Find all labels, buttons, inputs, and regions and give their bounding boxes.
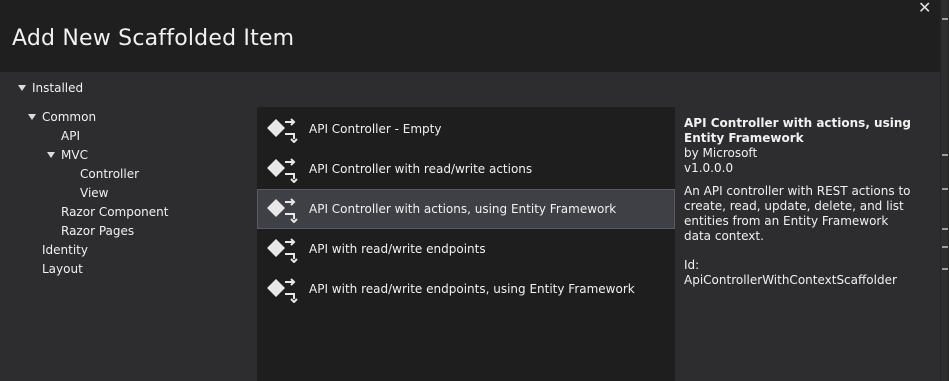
dialog-title: Add New Scaffolded Item [12,26,295,51]
tree-label: MVC [61,148,88,162]
tree-label: Razor Component [61,205,169,219]
details-id: Id: ApiControllerWithContextScaffolder [684,258,897,287]
controller-icon [265,155,301,183]
tree-node-mvc[interactable]: MVC [47,148,88,162]
tree-node-razor-component[interactable]: Razor Component [61,205,168,219]
details-name: API Controller with actions, using Entit… [684,116,911,145]
tree-node-api[interactable]: API [61,129,80,143]
background-mark [942,268,948,270]
details-author: by Microsoft [684,146,758,160]
background-mark [942,228,948,230]
expand-triangle-icon [47,152,55,158]
background-mark [942,154,948,156]
template-label: API Controller with actions, using Entit… [309,202,617,216]
controller-icon [265,235,301,263]
dialog-header: Add New Scaffolded Item [0,0,940,72]
template-item-api-controller-entity-framework[interactable]: API Controller with actions, using Entit… [257,189,675,229]
tree-label: API [61,129,80,143]
template-label: API with read/write endpoints, using Ent… [309,282,635,296]
controller-icon [265,115,301,143]
template-item-api-endpoints-entity-framework[interactable]: API with read/write endpoints, using Ent… [257,269,675,309]
expand-triangle-icon [18,85,26,91]
tree-node-installed[interactable]: Installed [18,81,83,95]
controller-icon [265,275,301,303]
tree-node-razor-pages[interactable]: Razor Pages [61,224,134,238]
template-item-api-controller-empty[interactable]: API Controller - Empty [257,109,675,149]
template-label: API with read/write endpoints [309,242,486,256]
tree-label: Layout [42,262,83,276]
tree-node-view[interactable]: View [80,186,108,200]
tree-node-layout[interactable]: Layout [42,262,83,276]
tree-label: Identity [42,243,88,257]
expand-triangle-icon [28,114,36,120]
template-list[interactable]: API Controller - Empty API Controller wi… [257,107,675,381]
tree-label: Controller [80,167,140,181]
tree-node-identity[interactable]: Identity [42,243,88,257]
details-panel: API Controller with actions, using Entit… [684,116,914,288]
template-label: API Controller - Empty [309,122,442,136]
tree-node-common[interactable]: Common [28,110,96,124]
tree-label: Installed [32,81,84,95]
details-description: An API controller with REST actions to c… [684,184,911,243]
background-mark [942,18,948,20]
tree-label: Razor Pages [61,224,135,238]
controller-icon [265,195,301,223]
background-mark [942,246,948,248]
tree-label: Common [42,110,97,124]
template-label: API Controller with read/write actions [309,162,533,176]
background-window-edge [940,0,949,381]
close-icon[interactable]: ✕ [918,0,931,17]
tree-node-controller[interactable]: Controller [80,167,139,181]
template-item-api-read-write-endpoints[interactable]: API with read/write endpoints [257,229,675,269]
background-mark [942,188,948,190]
details-version: v1.0.0.0 [684,161,734,175]
background-window-strip [941,0,948,381]
template-item-api-controller-read-write[interactable]: API Controller with read/write actions [257,149,675,189]
tree-label: View [80,186,109,200]
